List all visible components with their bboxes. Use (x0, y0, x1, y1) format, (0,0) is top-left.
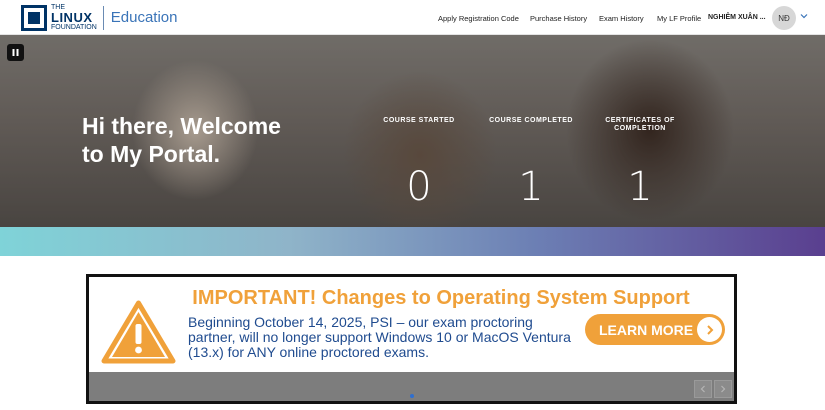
carousel-controls-bar (89, 372, 734, 401)
logo-divider (102, 5, 104, 30)
logo-mark-icon (21, 4, 47, 31)
chevron-right-icon (721, 385, 726, 393)
announcement-body: Beginning October 14, 2025, PSI – our ex… (188, 314, 571, 360)
pause-animation-button[interactable] (7, 44, 24, 61)
hero-welcome-title: Hi there, Welcome to My Portal. (82, 113, 281, 167)
learn-more-button[interactable]: LEARN MORE (585, 314, 725, 345)
chevron-down-icon[interactable] (800, 12, 808, 20)
announcement-carousel: IMPORTANT! Changes to Operating System S… (86, 274, 737, 404)
stat-value-course-completed: 1 (518, 164, 544, 210)
chevron-left-icon (700, 385, 705, 393)
announcement-headline: IMPORTANT! Changes to Operating System S… (192, 287, 690, 309)
logo-line-foundation: FOUNDATION (51, 24, 97, 31)
logo-product-name: Education (110, 9, 178, 26)
avatar-initials: NĐ (778, 13, 790, 23)
linux-foundation-logo[interactable]: THE LINUX FOUNDATION Education (21, 4, 177, 31)
nav-my-lf-profile[interactable]: My LF Profile (657, 14, 701, 23)
carousel-indicator-dot[interactable] (410, 394, 414, 398)
announcement-slide[interactable]: IMPORTANT! Changes to Operating System S… (89, 277, 734, 372)
pause-icon (12, 49, 19, 56)
top-header: THE LINUX FOUNDATION Education Apply Reg… (0, 0, 825, 35)
decorative-gradient-band (0, 227, 825, 256)
logo-line-linux: LINUX (51, 10, 93, 25)
learn-more-label: LEARN MORE (599, 321, 694, 338)
nav-purchase-history[interactable]: Purchase History (530, 14, 587, 23)
chevron-right-circle-icon (697, 317, 722, 342)
nav-apply-registration-code[interactable]: Apply Registration Code (438, 14, 519, 23)
logo-wordmark: THE LINUX FOUNDATION (51, 4, 97, 31)
stat-label-certificates: CERTIFICATES OF COMPLETION (605, 117, 675, 132)
carousel-prev-button[interactable] (694, 380, 712, 398)
stat-label-course-started: COURSE STARTED (383, 117, 455, 124)
avatar[interactable]: NĐ (772, 6, 796, 30)
stat-label-course-completed: COURSE COMPLETED (489, 117, 573, 124)
user-name[interactable]: NGHIÊM XUÂN ... (708, 14, 766, 21)
nav-exam-history[interactable]: Exam History (599, 14, 644, 23)
carousel-next-button[interactable] (714, 380, 732, 398)
stat-value-certificates: 1 (627, 164, 653, 210)
stat-value-course-started: 0 (406, 164, 432, 210)
hero-section: Hi there, Welcome to My Portal. COURSE S… (0, 35, 825, 227)
